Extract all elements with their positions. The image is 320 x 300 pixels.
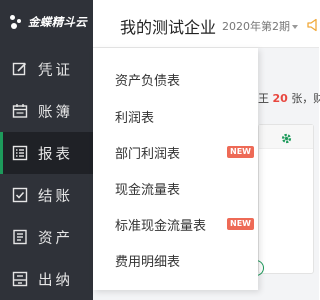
caret-down-icon bbox=[292, 25, 298, 29]
notice-count: 20 bbox=[272, 92, 288, 105]
sidebar-item-cashier[interactable]: 出纳 bbox=[0, 258, 93, 300]
sidebar-item-assets[interactable]: 资产 bbox=[0, 216, 93, 258]
menu-item-standard-cash-flow[interactable]: 标准现金流量表 bbox=[115, 214, 206, 234]
gear-icon[interactable] bbox=[280, 130, 293, 144]
menu-item-label: 费用明细表 bbox=[115, 254, 181, 270]
sidebar-item-voucher[interactable]: 凭证 bbox=[0, 48, 93, 90]
sidebar-item-label: 出纳 bbox=[38, 272, 73, 289]
sidebar-item-ledger[interactable]: 账簿 bbox=[0, 90, 93, 132]
cash-icon bbox=[12, 271, 28, 287]
notice-suffix: 张，财务 bbox=[291, 92, 320, 105]
menu-item-department-profit[interactable]: 部门利润表 bbox=[115, 142, 180, 162]
reports-dropdown-menu: 资产负债表 利润表 部门利润表 NEW 现金流量表 标准现金流量表 NEW 费用… bbox=[93, 48, 258, 290]
menu-item-label: 部门利润表 bbox=[115, 146, 181, 162]
menu-item-balance-sheet[interactable]: 资产负债表 bbox=[115, 69, 180, 89]
report-icon bbox=[12, 145, 28, 161]
sidebar: 金蝶精斗云 凭证 账簿 报表 结账 资产 出纳 bbox=[0, 0, 93, 300]
sidebar-item-label: 凭证 bbox=[38, 62, 73, 79]
sidebar-item-reports[interactable]: 报表 bbox=[0, 132, 93, 174]
sidebar-item-label: 报表 bbox=[38, 146, 73, 163]
new-badge: NEW bbox=[227, 146, 254, 158]
period-selector[interactable]: 2020年第2期 bbox=[222, 18, 298, 34]
announcement-icon[interactable] bbox=[307, 17, 319, 32]
menu-item-label: 资产负债表 bbox=[115, 73, 181, 89]
new-badge: NEW bbox=[227, 218, 254, 230]
logo[interactable]: 金蝶精斗云 bbox=[0, 0, 93, 44]
sidebar-item-closing[interactable]: 结账 bbox=[0, 174, 93, 216]
asset-icon bbox=[12, 229, 28, 245]
sidebar-item-label: 资产 bbox=[38, 230, 73, 247]
logo-text: 金蝶精斗云 bbox=[28, 15, 87, 29]
notice-text: 王 20 张，财务 bbox=[258, 90, 320, 106]
company-name[interactable]: 我的测试企业 bbox=[120, 14, 216, 38]
logo-mark-icon bbox=[8, 14, 24, 30]
content-card bbox=[258, 124, 314, 274]
top-header: 我的测试企业 2020年第2期 bbox=[93, 0, 319, 48]
sidebar-nav: 凭证 账簿 报表 结账 资产 出纳 bbox=[0, 48, 93, 300]
menu-item-expense-detail[interactable]: 费用明细表 bbox=[115, 250, 180, 270]
menu-item-label: 利润表 bbox=[115, 110, 155, 126]
sidebar-item-label: 结账 bbox=[38, 188, 73, 205]
checkbox-icon bbox=[12, 187, 28, 203]
menu-item-income-statement[interactable]: 利润表 bbox=[115, 106, 154, 126]
notice-prefix: 王 bbox=[258, 92, 269, 105]
calendar-icon bbox=[12, 103, 28, 119]
menu-item-cash-flow[interactable]: 现金流量表 bbox=[115, 178, 180, 198]
sidebar-item-label: 账簿 bbox=[38, 104, 73, 121]
card-header bbox=[259, 125, 313, 149]
period-label: 2020年第2期 bbox=[222, 20, 290, 33]
menu-item-label: 现金流量表 bbox=[115, 182, 181, 198]
menu-item-label: 标准现金流量表 bbox=[115, 218, 207, 234]
edit-icon bbox=[12, 61, 28, 77]
